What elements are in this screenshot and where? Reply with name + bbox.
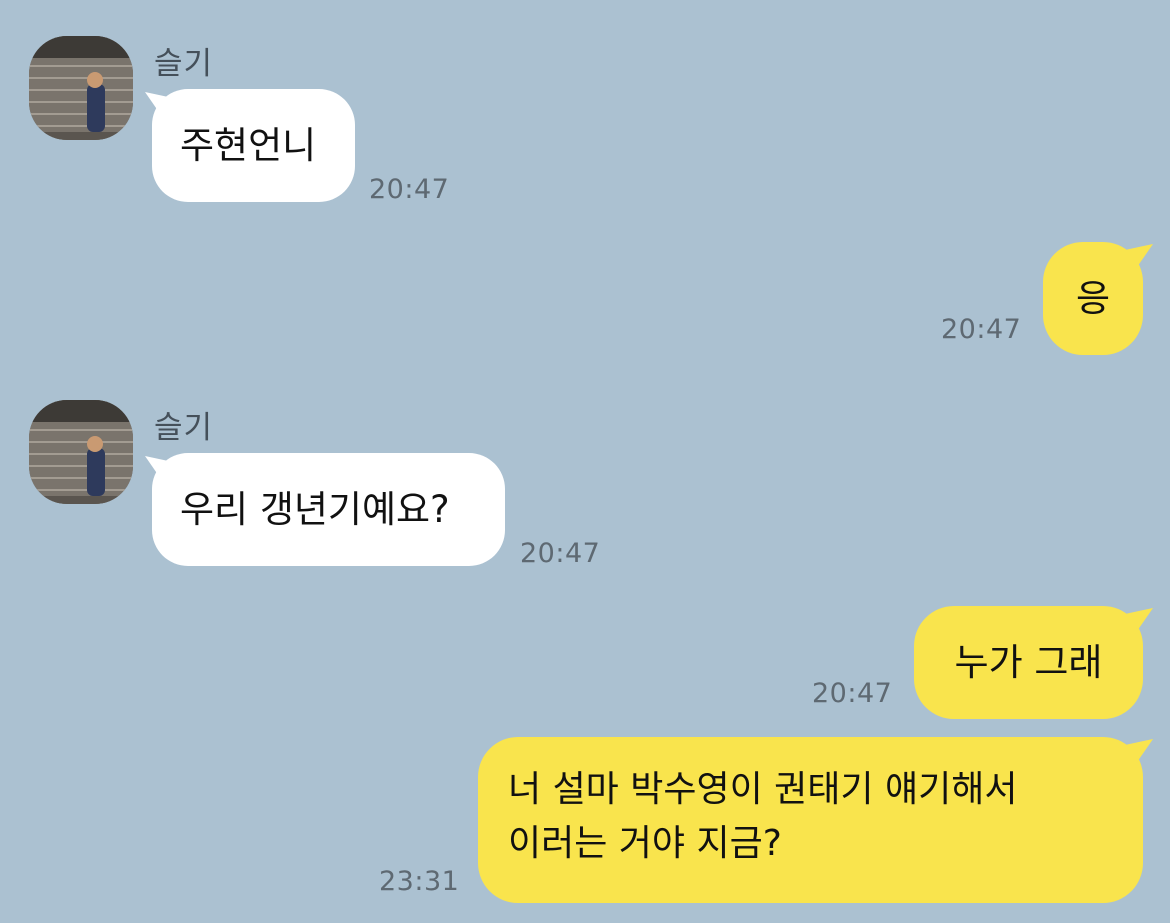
message-text: 주현언니 — [180, 123, 317, 167]
message-text: 응 — [1075, 276, 1111, 320]
bubble-tail — [1125, 608, 1153, 634]
avatar-photo — [29, 400, 133, 504]
sender-name: 슬기 — [154, 46, 214, 82]
message-bubble[interactable]: 주현언니 — [152, 89, 355, 202]
avatar[interactable] — [29, 36, 133, 140]
message-text-line: 너 설마 박수영이 권태기 얘기해서 — [508, 769, 1018, 810]
message-timestamp: 20:47 — [941, 314, 1022, 345]
message-timestamp: 23:31 — [379, 866, 460, 897]
message-timestamp: 20:47 — [369, 174, 450, 205]
message-bubble[interactable]: 우리 갱년기예요? — [152, 453, 505, 566]
message-text: 누가 그래 — [954, 640, 1103, 684]
bubble-tail — [1125, 244, 1153, 270]
message-text: 우리 갱년기예요? — [180, 487, 450, 531]
message-bubble[interactable]: 누가 그래 — [914, 606, 1143, 719]
message-bubble[interactable]: 너 설마 박수영이 권태기 얘기해서 이러는 거야 지금? — [478, 737, 1143, 903]
avatar[interactable] — [29, 400, 133, 504]
avatar-photo — [29, 36, 133, 140]
sender-name: 슬기 — [154, 410, 214, 446]
bubble-tail — [1125, 739, 1153, 765]
message-text-line: 이러는 거야 지금? — [508, 823, 782, 864]
message-timestamp: 20:47 — [812, 678, 893, 709]
message-timestamp: 20:47 — [520, 538, 601, 569]
